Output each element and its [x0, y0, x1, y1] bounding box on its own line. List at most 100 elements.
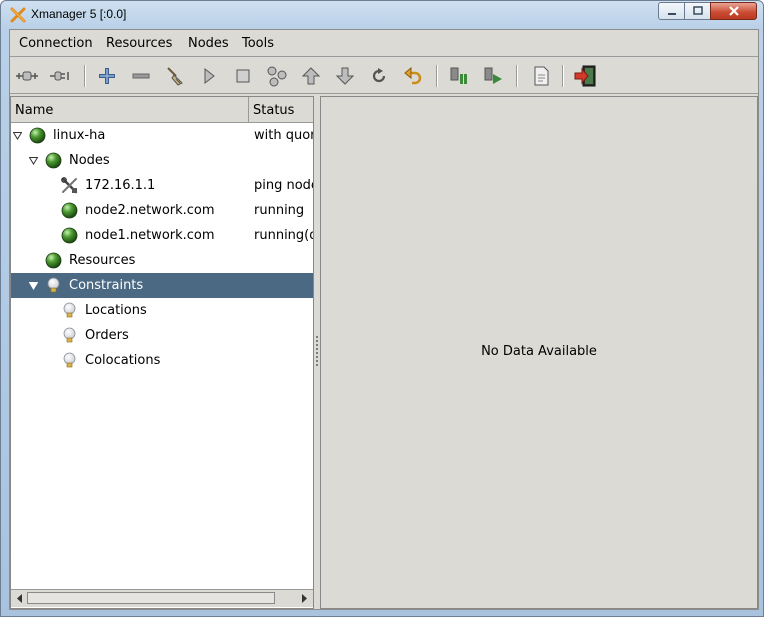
title-bar[interactable]: Xmanager 5 [:0.0]: [1, 1, 763, 29]
splitter-grip: [316, 348, 318, 350]
refresh-icon: [372, 68, 386, 83]
tree-row[interactable]: Nodes: [11, 148, 313, 173]
menu-connection[interactable]: Connection: [19, 36, 93, 51]
tree-row-label: Constraints: [69, 278, 144, 293]
tree-row-label: Colocations: [85, 353, 161, 368]
stop-icon: [236, 69, 250, 83]
client-area: Connection Resources Nodes Tools Name St…: [9, 29, 759, 610]
tree-row-label: Locations: [85, 303, 147, 318]
scroll-right-icon[interactable]: [297, 592, 310, 605]
exit-button[interactable]: [572, 63, 598, 89]
scrollbar-thumb[interactable]: [27, 592, 275, 604]
splitter-grip: [316, 352, 318, 354]
tree-row-label: Resources: [69, 253, 136, 268]
remove-icon: [132, 73, 150, 79]
no-data-message: No Data Available: [481, 344, 597, 359]
migrate-button[interactable]: [264, 63, 290, 89]
bulb-icon: [63, 352, 76, 368]
window-title: Xmanager 5 [:0.0]: [31, 7, 127, 21]
green-ball-icon: [29, 127, 46, 144]
menu-bar: Connection Resources Nodes Tools: [10, 30, 758, 57]
minimize-icon: [667, 13, 676, 15]
tree-row-label: Nodes: [69, 153, 110, 168]
maximize-button[interactable]: [684, 2, 711, 20]
tree-row[interactable]: Locations: [11, 298, 313, 323]
expander-icon[interactable]: [13, 131, 22, 140]
splitter-grip: [316, 336, 318, 338]
connect-icon: [16, 71, 38, 81]
add-icon: [99, 68, 115, 84]
toolbar-separator: [84, 65, 86, 87]
move-down-icon: [336, 67, 354, 85]
green-ball-icon: [61, 202, 78, 219]
refresh-button[interactable]: [366, 63, 392, 89]
menu-nodes[interactable]: Nodes: [188, 36, 229, 51]
start-button[interactable]: [196, 63, 222, 89]
tree-row[interactable]: Constraints: [11, 273, 313, 298]
menu-resources[interactable]: Resources: [106, 36, 172, 51]
standby-button[interactable]: [446, 63, 472, 89]
active-icon: [484, 67, 502, 84]
bulb-icon: [63, 327, 76, 343]
tools-icon: [61, 177, 78, 194]
tree-panel: Name Status linux-ha with quorum Nodes 172.…: [10, 96, 314, 609]
disconnect-button[interactable]: [48, 63, 74, 89]
tree-row[interactable]: node2.network.com running: [11, 198, 313, 223]
tree-row[interactable]: linux-ha with quorum: [11, 123, 313, 148]
close-button[interactable]: [710, 2, 757, 20]
tree-row[interactable]: Resources: [11, 248, 313, 273]
bulb-icon: [47, 277, 60, 293]
remove-button[interactable]: [128, 63, 154, 89]
toolbar-separator: [516, 65, 518, 87]
log-button[interactable]: [528, 63, 554, 89]
toolbar: [10, 58, 758, 94]
toolbar-separator: [436, 65, 438, 87]
splitter-grip: [316, 340, 318, 342]
minimize-button[interactable]: [658, 2, 685, 20]
splitter-grip: [316, 364, 318, 366]
green-ball-icon: [45, 152, 62, 169]
undo-button[interactable]: [400, 63, 426, 89]
move-down-button[interactable]: [332, 63, 358, 89]
menu-tools[interactable]: Tools: [242, 36, 274, 51]
splitter-grip: [316, 344, 318, 346]
column-header-status[interactable]: Status: [249, 97, 313, 123]
tree-row[interactable]: 172.16.1.1 ping node: [11, 173, 313, 198]
add-button[interactable]: [94, 63, 120, 89]
expander-icon[interactable]: [29, 156, 38, 165]
undo-icon: [404, 67, 422, 85]
tree-row-label: node1.network.com: [85, 228, 215, 243]
column-header-name[interactable]: Name: [11, 97, 249, 123]
detail-panel: No Data Available: [320, 96, 758, 609]
tree-row[interactable]: Orders: [11, 323, 313, 348]
bulb-icon: [63, 302, 76, 318]
tree-row-label: Orders: [85, 328, 129, 343]
connect-button[interactable]: [14, 63, 40, 89]
log-icon: [534, 66, 549, 86]
migrate-icon: [267, 66, 287, 87]
standby-icon: [450, 67, 467, 84]
green-ball-icon: [45, 252, 62, 269]
tree-row-status: running: [254, 203, 305, 218]
tree-row-status: ping node: [254, 178, 313, 193]
splitter-grip: [316, 360, 318, 362]
start-icon: [204, 67, 215, 85]
stop-button[interactable]: [230, 63, 256, 89]
tree-row-status: running(dc): [254, 228, 313, 243]
toolbar-separator: [562, 65, 564, 87]
move-up-button[interactable]: [298, 63, 324, 89]
cleanup-button[interactable]: [162, 63, 188, 89]
scroll-left-icon[interactable]: [13, 592, 26, 605]
tree-row-status: with quorum: [254, 128, 313, 143]
tree-row[interactable]: Colocations: [11, 348, 313, 373]
close-icon: [728, 6, 739, 16]
active-button[interactable]: [480, 63, 506, 89]
tree-row-label: 172.16.1.1: [85, 178, 156, 193]
exit-icon: [574, 65, 596, 87]
tree-row-label: linux-ha: [53, 128, 106, 143]
horizontal-scrollbar[interactable]: [11, 589, 313, 607]
maximize-icon: [692, 6, 703, 15]
expander-icon[interactable]: [29, 281, 38, 290]
disconnect-icon: [50, 71, 69, 81]
tree-row[interactable]: node1.network.com running(dc): [11, 223, 313, 248]
